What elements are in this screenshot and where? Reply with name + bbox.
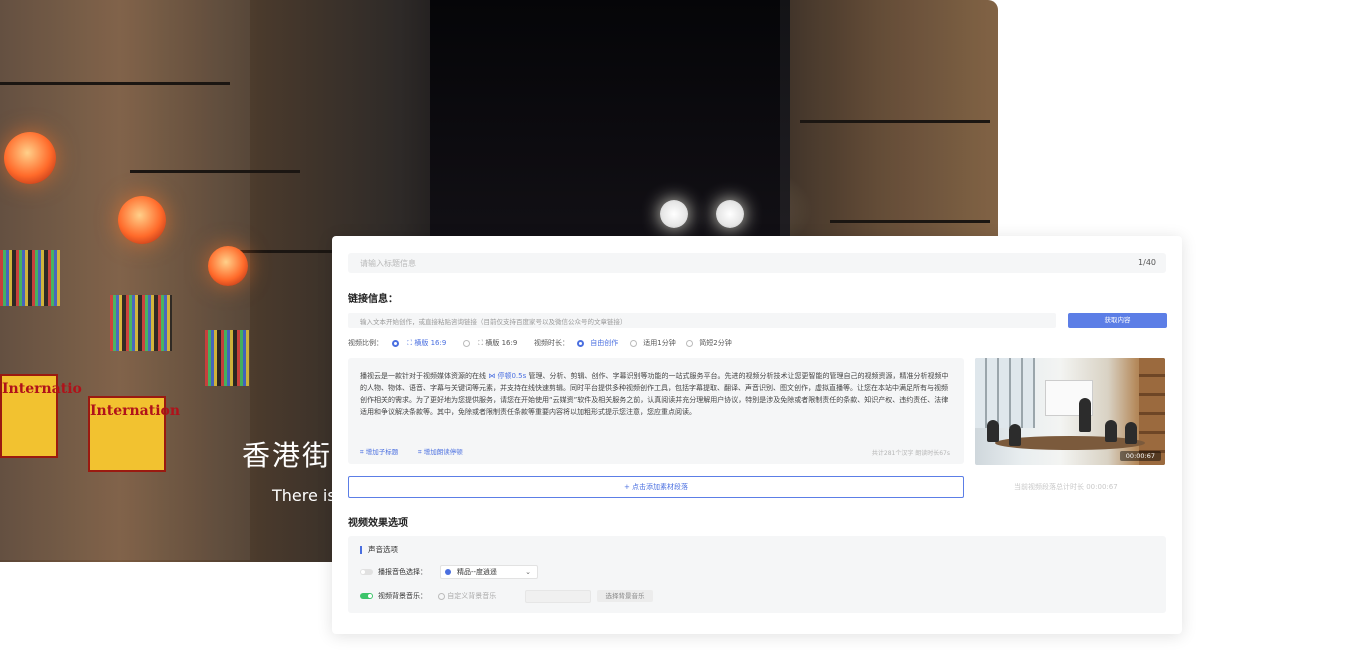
bookshelf xyxy=(1139,358,1165,465)
ratio-option-second[interactable]: ⛶ 横版 16:9 xyxy=(463,338,517,348)
toggle-knob xyxy=(361,570,365,574)
balcony-rail xyxy=(130,170,300,173)
add-segment-button[interactable]: + 点击添加素材段落 xyxy=(348,476,964,498)
voice-group-title: 声音选项 xyxy=(360,546,398,554)
ratio-label: 视频比例： xyxy=(348,339,383,347)
hero-subtitle: There is xyxy=(272,486,336,505)
video-editor-card: 请输入标题信息 1/40 链接信息： 输入文本开始创作，或直接粘贴咨询链接（目前… xyxy=(332,236,1182,634)
person xyxy=(1079,398,1091,432)
pause-tag-label: 停顿0.5s xyxy=(497,372,527,380)
add-pause-action[interactable]: ⌗ 增加朗读停顿 xyxy=(418,446,463,457)
add-segment-label: 点击添加素材段落 xyxy=(632,483,689,491)
balcony-rail xyxy=(0,82,230,85)
radio-icon xyxy=(463,339,470,347)
link-placeholder: 输入文本开始创作，或直接粘贴咨询链接（目前仅支持百度家号以及微信公众号的文章链接… xyxy=(360,318,627,326)
total-duration: 当前视频段落总计时长 00:00:67 xyxy=(1014,483,1118,491)
red-lantern xyxy=(118,196,166,244)
text-stats: 共计281个汉字 朗读时长67s xyxy=(871,450,950,457)
radio-icon xyxy=(438,592,445,600)
voice-label: 播报音色选择： xyxy=(378,568,427,576)
window xyxy=(975,358,1035,428)
duration-label: 视频时长： xyxy=(534,339,569,347)
balcony-rail xyxy=(800,120,990,123)
person xyxy=(1105,420,1117,442)
music-label: 视频背景音乐： xyxy=(378,592,427,600)
voice-icon xyxy=(445,569,451,575)
pause-icon: ⋈ xyxy=(488,372,496,380)
music-toggle[interactable] xyxy=(360,593,373,599)
string-lights xyxy=(0,250,60,306)
frame-icon: ⛶ xyxy=(407,339,413,347)
title-placeholder: 请输入标题信息 xyxy=(360,259,416,268)
street-lamp xyxy=(660,200,688,228)
duration-option-label: 适用1分钟 xyxy=(643,339,676,347)
fetch-content-button[interactable]: 获取内容 xyxy=(1068,313,1167,328)
title-input[interactable]: 请输入标题信息 1/40 xyxy=(348,253,1166,273)
duration-option-free[interactable]: 自由创作 xyxy=(577,338,618,348)
balcony-rail xyxy=(830,220,990,223)
content-textarea[interactable]: 播视云是一款针对于视频媒体资源的在线 ⋈ 停顿0.5s 管理、分析、剪辑、创作、… xyxy=(348,358,964,464)
content-paragraph: 播视云是一款针对于视频媒体资源的在线 ⋈ 停顿0.5s 管理、分析、剪辑、创作、… xyxy=(360,370,954,418)
radio-icon xyxy=(630,339,637,347)
duration-option-label: 自由创作 xyxy=(590,339,619,347)
radio-selected-icon xyxy=(577,339,584,347)
voice-select[interactable]: 精品--度逍遥 ⌄ xyxy=(440,565,538,579)
person xyxy=(1009,424,1021,446)
pause-tag[interactable]: ⋈ 停顿0.5s xyxy=(488,372,526,380)
red-lantern xyxy=(208,246,248,286)
link-input[interactable]: 输入文本开始创作，或直接粘贴咨询链接（目前仅支持百度家号以及微信公众号的文章链接… xyxy=(348,313,1056,328)
effects-title: 视频效果选项 xyxy=(348,518,408,529)
link-info-label: 链接信息： xyxy=(348,294,398,305)
radio-icon xyxy=(686,339,693,347)
hero-title: 香港街 xyxy=(242,439,333,472)
duration-option-1min[interactable]: 适用1分钟 xyxy=(630,338,676,348)
string-lights xyxy=(110,295,172,351)
red-lantern xyxy=(4,132,56,184)
paragraph-prefix: 播视云是一款针对于视频媒体资源的在线 xyxy=(360,372,486,380)
add-subtitle-label: 增加子标题 xyxy=(365,448,399,456)
effects-panel: 声音选项 播报音色选择： 精品--度逍遥 ⌄ 视频背景音乐： 自定义背景音乐 选… xyxy=(348,536,1166,613)
custom-music-option[interactable]: 自定义背景音乐 xyxy=(438,591,496,601)
ratio-option-label: 横版 16:9 xyxy=(485,339,518,347)
frame-icon: ⛶ xyxy=(478,339,484,347)
add-subtitle-action[interactable]: ⌗ 增加子标题 xyxy=(360,446,398,457)
string-lights xyxy=(205,330,249,386)
video-thumbnail[interactable]: 00:00:67 xyxy=(975,358,1165,465)
ratio-option-label: 横版 16:9 xyxy=(414,339,447,347)
person xyxy=(987,420,999,442)
custom-music-label: 自定义背景音乐 xyxy=(447,592,497,600)
toggle-knob xyxy=(368,594,372,598)
plus-icon: + xyxy=(623,483,630,491)
add-pause-label: 增加朗读停顿 xyxy=(423,448,463,456)
thumbnail-duration: 00:00:67 xyxy=(1119,451,1161,461)
person xyxy=(1125,422,1137,444)
shop-sign: Internatio xyxy=(0,374,82,458)
radio-selected-icon xyxy=(392,339,399,347)
shop-sign: Internation xyxy=(88,396,180,472)
voice-value: 精品--度逍遥 xyxy=(457,568,498,576)
duration-option-2min[interactable]: 简短2分钟 xyxy=(686,338,732,348)
title-char-counter: 1/40 xyxy=(1138,258,1156,267)
voice-toggle[interactable] xyxy=(360,569,373,575)
choose-music-button[interactable]: 选择背景音乐 xyxy=(597,590,653,602)
chevron-down-icon: ⌄ xyxy=(525,568,531,576)
duration-option-label: 简短2分钟 xyxy=(699,339,732,347)
street-lamp xyxy=(716,200,744,228)
music-input[interactable] xyxy=(525,590,591,603)
ratio-option-landscape[interactable]: ⛶ 横版 16:9 xyxy=(392,338,446,348)
subtitle-icon: ⌗ xyxy=(360,448,364,456)
pause-add-icon: ⌗ xyxy=(418,448,422,456)
